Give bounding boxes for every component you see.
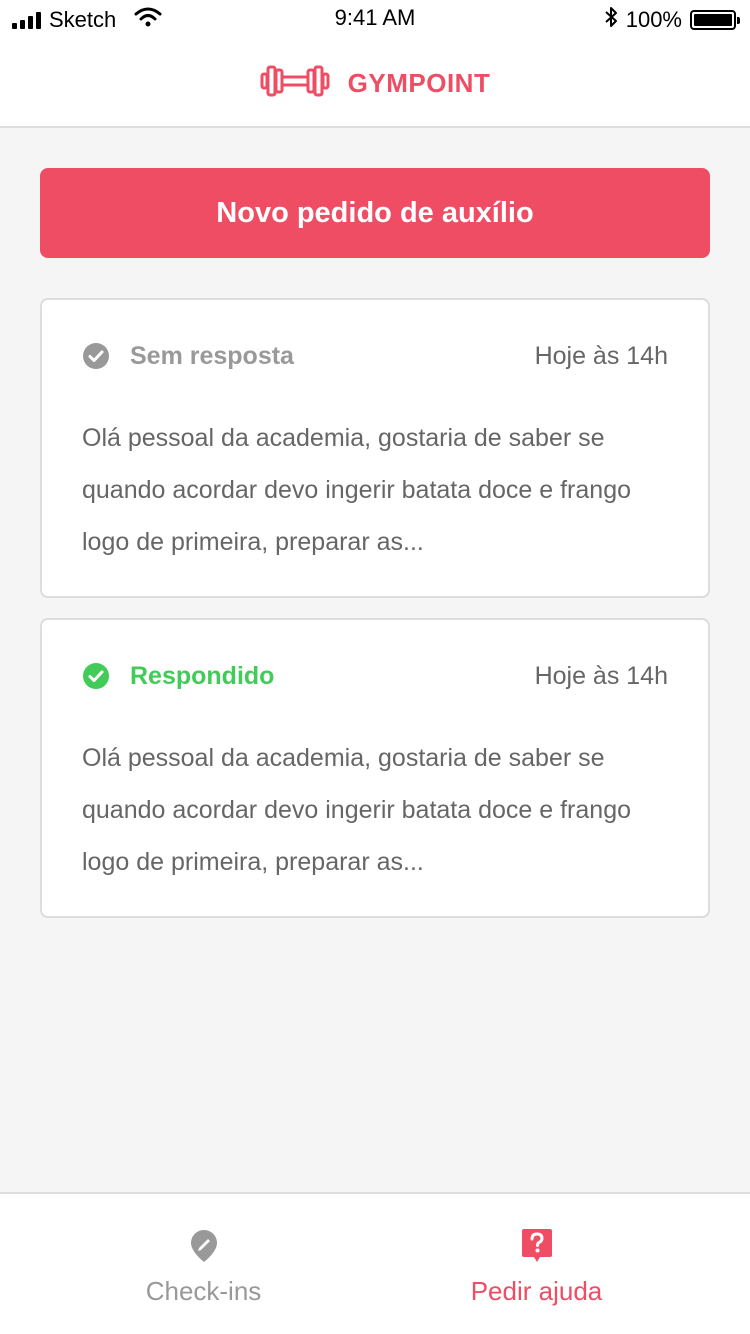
card-header: Respondido Hoje às 14h xyxy=(82,658,668,694)
request-question-text: Olá pessoal da academia, gostaria de sab… xyxy=(82,744,631,876)
request-question-text: Olá pessoal da academia, gostaria de sab… xyxy=(82,424,631,556)
check-circle-icon xyxy=(82,662,110,690)
tab-label: Check-ins xyxy=(145,1276,262,1306)
request-status: Sem resposta xyxy=(82,342,294,371)
brand-name: GYMPOINT xyxy=(347,67,491,98)
check-circle-icon xyxy=(82,342,110,370)
help-request-card[interactable]: Sem resposta Hoje às 14h Olá pessoal da … xyxy=(40,298,710,598)
app-header: GYMPOINT xyxy=(0,40,750,128)
tab-help-request[interactable]: Pedir ajuda xyxy=(349,1194,724,1334)
question-bubble-icon xyxy=(521,1228,553,1264)
battery-percent: 100% xyxy=(625,7,682,32)
dumbbell-icon xyxy=(260,63,330,104)
bottom-tab-bar: Check-ins Pedir ajuda xyxy=(0,1192,750,1334)
new-help-request-button[interactable]: Novo pedido de auxílio xyxy=(40,168,710,258)
tab-check-ins[interactable]: Check-ins xyxy=(16,1194,391,1334)
request-date: Hoje às 14h xyxy=(534,661,668,690)
location-pin-icon xyxy=(190,1228,218,1264)
tab-label: Pedir ajuda xyxy=(470,1276,603,1306)
battery-icon xyxy=(690,10,740,30)
help-request-card[interactable]: Respondido Hoje às 14h Olá pessoal da ac… xyxy=(40,618,710,918)
status-bar: Sketch 9:41 AM 100% xyxy=(0,0,750,40)
status-label: Respondido xyxy=(130,661,275,690)
request-date: Hoje às 14h xyxy=(534,341,668,370)
bluetooth-icon xyxy=(604,6,618,34)
request-status: Respondido xyxy=(82,662,274,691)
card-header: Sem resposta Hoje às 14h xyxy=(82,338,668,374)
status-label: Sem resposta xyxy=(130,341,294,370)
status-bar-right: 100% xyxy=(604,6,740,34)
